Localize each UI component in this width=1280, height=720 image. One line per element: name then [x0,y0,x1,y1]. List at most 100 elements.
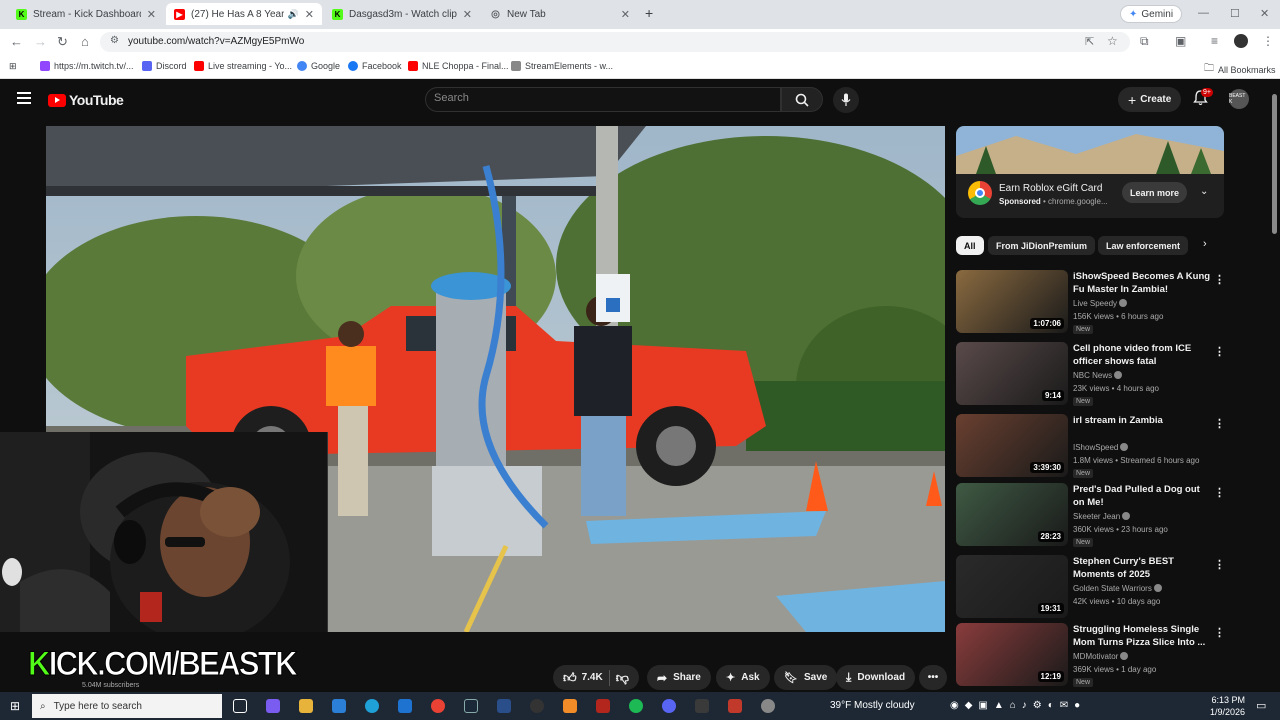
side-panel-icon[interactable]: ▣ [1175,34,1186,48]
channel-name[interactable]: Golden State Warriors [1073,584,1162,593]
home-icon[interactable]: ⌂ [81,34,89,49]
channel-name[interactable]: NBC News [1073,371,1123,380]
bookmark-live-streaming[interactable]: Live streaming - Yo... [194,61,292,71]
recommended-video-card[interactable]: 19:31 Stephen Curry's BEST Moments of 202… [956,555,1226,621]
search-input[interactable] [434,92,764,104]
video-title[interactable]: iShowSpeed Becomes A Kung Fu Master In Z… [1073,270,1213,296]
voice-search-button[interactable] [833,87,859,113]
notification-center-icon[interactable]: ▭ [1256,699,1266,712]
tab-youtube-video[interactable]: ▶ (27) He Has A 8 Year Old V 🔊 ✕ [166,3,322,25]
file-explorer-icon[interactable] [299,699,313,713]
tab-new-tab[interactable]: ◎ New Tab ✕ [482,3,638,25]
chip-from-jidionpremium[interactable]: From JiDionPremium [988,236,1096,255]
kebab-menu-icon[interactable]: ⋮ [1262,34,1274,48]
kebab-menu-icon[interactable]: ⋮ [1214,417,1225,430]
dislike-button[interactable]: 👎︎ [616,670,629,686]
create-button[interactable]: + Create [1118,87,1182,112]
chevron-down-icon[interactable]: ⌄ [1200,186,1208,197]
reload-icon[interactable]: ↻ [57,34,68,50]
bookmark-nle-choppa[interactable]: NLE Choppa - Final... [408,61,509,71]
recommended-video-card[interactable]: 1:07:06 iShowSpeed Becomes A Kung Fu Mast… [956,270,1226,336]
bookmark-streamelements[interactable]: StreamElements - w... [511,61,613,71]
speaker-icon[interactable]: 🔊 [288,9,299,20]
video-thumbnail[interactable]: 1:07:06 [956,270,1068,333]
save-button[interactable]: 🔖︎ Save [774,665,838,690]
back-arrow-icon[interactable]: ← [10,34,23,49]
chip-law-enforcement[interactable]: Law enforcement [1098,236,1189,255]
bookmark-discord[interactable]: Discord [142,61,187,71]
youtube-logo[interactable]: YouTube [48,92,124,108]
close-icon[interactable]: ✕ [305,8,314,21]
channel-name[interactable]: IShowSpeed [1073,443,1129,452]
forward-arrow-icon[interactable]: → [34,34,47,49]
extensions-icon[interactable]: ⧉ [1140,34,1149,49]
search-box[interactable] [425,87,781,112]
recommended-video-card[interactable]: 9:14 Cell phone video from ICE officer sh… [956,342,1226,408]
scrollbar[interactable] [1271,82,1278,690]
close-icon[interactable]: ✕ [621,8,630,21]
all-bookmarks[interactable]: 🗀 All Bookmarks [1204,61,1276,78]
channel-name[interactable]: MDMotivator [1073,652,1129,661]
hamburger-menu-icon[interactable] [17,92,31,104]
sponsored-ad-card[interactable]: Earn Roblox eGift Card Sponsored • chrom… [956,126,1224,218]
new-tab-plus-icon[interactable]: + [645,5,653,21]
windows-start-icon[interactable]: ⊞ [10,699,20,713]
video-title[interactable]: Pred's Dad Pulled a Dog out on Me! [1073,483,1213,509]
chip-all[interactable]: All [956,236,984,255]
chrome-icon[interactable] [431,699,445,713]
apps-grid-icon[interactable]: ⊞ [9,61,17,72]
taskbar-search-box[interactable]: ⌕ Type here to search [32,694,222,718]
download-button[interactable]: ⤓ Download [836,665,916,690]
gemini-button[interactable]: ✦ Gemini [1120,5,1183,23]
bookmark-google[interactable]: Google [297,61,340,71]
recommended-video-card[interactable]: 3:39:30 irl stream in Zambia IShowSpeed 1.8… [956,414,1226,480]
kebab-menu-icon[interactable]: ⋮ [1214,558,1225,571]
tab-kick-dashboard[interactable]: K Stream - Kick Dashboard ✕ [8,3,164,25]
ask-button[interactable]: ✦ Ask [716,665,770,690]
channel-name[interactable]: Skeeter Jean [1073,512,1131,521]
kebab-menu-icon[interactable]: ⋮ [1214,345,1225,358]
bookmark-facebook[interactable]: Facebook [348,61,402,71]
video-title[interactable]: Stephen Curry's BEST Moments of 2025 [1073,555,1213,581]
chevron-right-icon[interactable]: › [1203,238,1207,250]
like-button[interactable]: 👍︎ 7.4K [563,670,603,686]
system-tray-icons[interactable]: ◉◆▣▲⌂♪⚙◐✉● [950,700,1086,711]
more-actions-button[interactable]: ••• [919,665,947,690]
search-button[interactable] [781,87,823,112]
video-title[interactable]: irl stream in Zambia [1073,414,1213,427]
minimize-icon[interactable]: — [1198,7,1209,19]
reading-list-icon[interactable]: ≡ [1211,34,1218,48]
account-avatar[interactable]: BEAST K [1229,89,1249,109]
omnibox[interactable]: ⚙ youtube.com/watch?v=AZMgyE5PmWo ⇱ ☆ [100,32,1130,52]
app-icon[interactable] [497,699,511,713]
kebab-menu-icon[interactable]: ⋮ [1214,273,1225,286]
video-thumbnail[interactable]: 12:19 [956,623,1068,686]
install-app-icon[interactable]: ⇱ [1085,35,1094,48]
scrollbar-thumb[interactable] [1272,94,1277,234]
close-icon[interactable]: ✕ [147,8,156,21]
edge-icon[interactable] [365,699,379,713]
video-thumbnail[interactable]: 9:14 [956,342,1068,405]
store-icon[interactable] [332,699,346,713]
close-icon[interactable]: ✕ [463,8,472,21]
kebab-menu-icon[interactable]: ⋮ [1214,626,1225,639]
maximize-icon[interactable]: ☐ [1230,7,1240,20]
app-red-icon[interactable] [596,699,610,713]
bookmark-star-icon[interactable]: ☆ [1107,34,1118,48]
video-thumbnail[interactable]: 3:39:30 [956,414,1068,477]
window-close-icon[interactable]: ✕ [1260,7,1269,20]
video-thumbnail[interactable]: 28:23 [956,483,1068,546]
weather-widget[interactable]: 39°F Mostly cloudy [830,700,915,711]
learn-more-button[interactable]: Learn more [1122,182,1188,203]
video-thumbnail[interactable]: 19:31 [956,555,1068,618]
obs-icon[interactable] [530,699,544,713]
kebab-menu-icon[interactable]: ⋮ [1214,486,1225,499]
recommended-video-card[interactable]: 28:23 Pred's Dad Pulled a Dog out on Me! S… [956,483,1226,549]
recommended-video-card[interactable]: 12:19 Struggling Homeless Single Mom Turn… [956,623,1226,689]
vlc-icon[interactable] [563,699,577,713]
copilot-icon[interactable] [266,699,280,713]
steam-icon[interactable] [464,699,478,713]
video-title[interactable]: Cell phone video from ICE officer shows … [1073,342,1213,368]
spotify-icon[interactable] [629,699,643,713]
app-icon[interactable] [695,699,709,713]
